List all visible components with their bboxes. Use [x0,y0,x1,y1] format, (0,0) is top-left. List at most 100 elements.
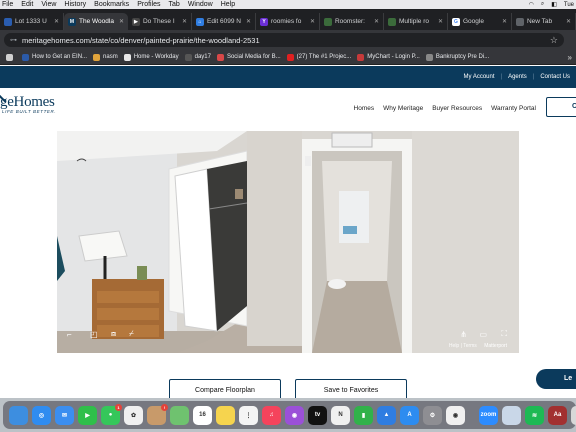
floorplan-view-icon[interactable]: ◰ [90,330,98,339]
wifi-icon[interactable]: ◠ [529,1,534,8]
safari-icon[interactable]: ◎ [32,405,51,425]
bookmark-item[interactable]: How to Get an EIN... [22,53,87,61]
maps-icon[interactable] [170,405,189,425]
tab-close-icon[interactable]: ✕ [310,18,315,25]
menu-tab[interactable]: Tab [169,1,180,8]
bookmark-item[interactable] [6,53,16,61]
measure-tool-icon[interactable]: ⌐ [67,330,72,339]
dictionary-icon[interactable]: Aa [548,405,567,425]
tab-close-icon[interactable]: ✕ [502,18,507,25]
bookmark-star-icon[interactable]: ☆ [550,35,558,46]
share-icon[interactable]: ⋔ [460,330,467,339]
browser-tab[interactable]: Roomster: ✕ [320,13,384,30]
nav-buyer-resources[interactable]: Buyer Resources [432,105,482,112]
bookmark-item[interactable]: Home - Workday [123,53,179,61]
calendar-icon[interactable]: 16 [193,405,212,425]
matterport-brand[interactable]: Matterport [484,343,507,349]
bookmark-item[interactable]: Social Media for B... [216,53,281,61]
menu-file[interactable]: File [2,1,13,8]
menu-view[interactable]: View [41,1,56,8]
nav-warranty-portal[interactable]: Warranty Portal [491,105,536,112]
bookmark-item[interactable]: (27) The #1 Projec... [286,53,351,61]
settings-icon[interactable]: ⚙ [423,405,442,425]
matterport-credit: Help | Terms Matterport [449,343,507,349]
virtual-tour-viewer[interactable]: ⌐ ◰ ⧈ ⌿ ⋔ ▭ ⛶ Help | Terms Matterport [57,131,519,353]
site-header: geHomes LIFE BUILT BETTER. Homes Why Mer… [0,88,576,130]
my-account-link[interactable]: My Account [463,74,494,80]
menu-edit[interactable]: Edit [21,1,33,8]
browser-tab[interactable]: G Google ✕ [448,13,512,30]
finder-icon[interactable] [9,405,28,425]
bookmarks-overflow-icon[interactable]: » [568,53,572,62]
notes-icon[interactable] [216,405,235,425]
chat-button[interactable]: Le [536,369,576,389]
help-terms-link[interactable]: Help | Terms [449,343,477,349]
tv-icon[interactable]: tv [308,405,327,425]
browser-tab[interactable]: M The Woodla ✕ [64,13,128,30]
news-icon[interactable]: N [331,405,350,425]
chrome-icon[interactable]: ◉ [446,405,465,425]
keynote-icon[interactable]: ▲ [377,405,396,425]
control-center-icon[interactable]: ◧ [551,1,557,8]
tab-close-icon[interactable]: ✕ [54,18,59,25]
tab-close-icon[interactable]: ✕ [374,18,379,25]
browser-tab[interactable]: ⌂ Edit 6099 N ✕ [192,13,256,30]
bookmark-item[interactable]: MyChart - Login P... [357,53,420,61]
tab-favicon-icon [323,17,332,26]
vr-mode-icon[interactable]: ▭ [479,330,487,339]
agents-link[interactable]: Agents [508,74,527,80]
browser-tab[interactable]: New Tab ✕ [512,13,576,30]
contacts-icon[interactable]: ! [147,403,168,425]
tab-close-icon[interactable]: ✕ [246,18,251,25]
notification-badge: ! [161,403,168,411]
save-to-favorites-button[interactable]: Save to Favorites [295,379,407,398]
address-bar[interactable]: ⊶ meritagehomes.com/state/co/denver/pain… [4,33,564,47]
browser-tab[interactable]: Multiple ro ✕ [384,13,448,30]
browser-tab[interactable]: ▶ Do These I ✕ [128,13,192,30]
appstore-icon[interactable]: A [400,405,419,425]
trash-icon[interactable] [571,405,576,425]
tab-close-icon[interactable]: ✕ [182,18,187,25]
dollhouse-view-icon[interactable]: ⧈ [111,329,116,339]
numbers-icon[interactable]: ▮ [354,405,373,425]
menu-window[interactable]: Window [188,1,213,8]
tab-close-icon[interactable]: ✕ [119,18,124,25]
menubar-status: ◠ ⌕ ◧ Tue [529,0,574,9]
browser-tab[interactable]: Lot 1333 U ✕ [0,13,64,30]
menu-help[interactable]: Help [221,1,235,8]
preview-icon[interactable] [502,405,521,425]
site-info-icon[interactable]: ⊶ [10,36,17,44]
tab-close-icon[interactable]: ✕ [566,18,571,25]
photos-icon[interactable]: ✿ [124,405,143,425]
search-icon[interactable]: ⌕ [541,1,544,8]
tab-favicon-icon [515,17,524,26]
browser-tab-strip: Lot 1333 U ✕ M The Woodla ✕ ▶ Do These I ✕ ⌂ Edit… [0,9,576,30]
meritage-logo[interactable]: geHomes LIFE BUILT BETTER. [0,93,56,114]
header-cta-button[interactable]: C [546,97,576,117]
messages-icon[interactable]: ● 1 [101,403,122,425]
bookmark-favicon-icon [6,53,13,61]
menu-history[interactable]: History [64,1,86,8]
compare-floorplan-button[interactable]: Compare Floorplan [169,379,281,398]
nav-homes[interactable]: Homes [354,105,375,112]
reminders-icon[interactable]: ⋮ [239,405,258,425]
tab-favicon-icon: ▶ [131,17,140,26]
bookmark-item[interactable]: day17 [184,53,211,61]
contact-us-link[interactable]: Contact Us [540,74,570,80]
menu-bookmarks[interactable]: Bookmarks [94,1,129,8]
fullscreen-icon[interactable]: ⛶ [501,329,507,339]
music-icon[interactable]: ♫ [262,405,281,425]
nav-why-meritage[interactable]: Why Meritage [383,105,423,112]
zoom-icon[interactable]: zoom [479,405,498,425]
bookmark-item[interactable]: Bankruptcy Pre Di... [425,53,489,61]
facetime-icon[interactable]: ▶ [78,405,97,425]
spotify-icon[interactable]: ≋ [525,405,544,425]
tag-tool-icon[interactable]: ⌿ [129,329,134,339]
tab-close-icon[interactable]: ✕ [438,18,443,25]
podcasts-icon[interactable]: ◉ [285,405,304,425]
bookmark-item[interactable]: nasm [93,53,118,61]
browser-tab[interactable]: Yroomies fo ✕ [256,13,320,30]
menu-profiles[interactable]: Profiles [137,1,160,8]
mail-icon[interactable]: ✉ [55,405,74,425]
clock[interactable]: Tue [564,2,574,8]
